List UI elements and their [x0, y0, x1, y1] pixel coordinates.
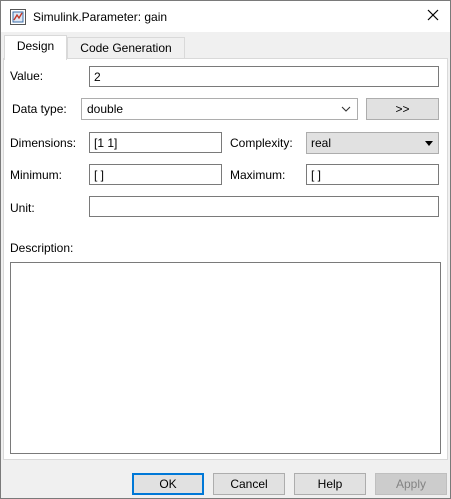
- description-textarea[interactable]: [10, 262, 441, 454]
- value-label: Value:: [10, 69, 44, 83]
- tab-design[interactable]: Design: [4, 35, 67, 60]
- tab-code-generation[interactable]: Code Generation: [67, 37, 185, 59]
- unit-field[interactable]: [89, 196, 439, 217]
- maximum-label: Maximum:: [230, 168, 286, 182]
- complexity-select[interactable]: real: [306, 132, 439, 154]
- help-button[interactable]: Help: [294, 473, 366, 495]
- ok-button[interactable]: OK: [132, 473, 204, 495]
- cancel-button[interactable]: Cancel: [213, 473, 285, 495]
- close-button[interactable]: [416, 1, 450, 32]
- dimensions-field[interactable]: [1 1]: [89, 132, 222, 153]
- data-type-assistant-button[interactable]: >>: [366, 98, 439, 120]
- data-type-label: Data type:: [12, 102, 67, 116]
- unit-label: Unit:: [10, 201, 35, 215]
- complexity-value: real: [311, 136, 332, 150]
- data-type-select[interactable]: double: [81, 98, 358, 120]
- simulink-app-icon: [10, 9, 26, 25]
- apply-button[interactable]: Apply: [375, 473, 447, 495]
- close-icon: [427, 9, 439, 24]
- tab-bar: Design Code Generation: [1, 32, 450, 60]
- description-label: Description:: [10, 241, 74, 255]
- title-bar: Simulink.Parameter: gain: [1, 1, 450, 32]
- complexity-label: Complexity:: [230, 136, 293, 150]
- minimum-field[interactable]: [ ]: [89, 164, 222, 185]
- minimum-label: Minimum:: [10, 168, 63, 182]
- chevron-down-icon: [341, 103, 351, 117]
- design-panel: Value: 2 Data type: double >> Dimensions…: [3, 58, 448, 460]
- dimensions-label: Dimensions:: [10, 136, 77, 150]
- window-title: Simulink.Parameter: gain: [33, 10, 168, 24]
- dialog-window: Simulink.Parameter: gain Design Code Gen…: [0, 0, 451, 499]
- dropdown-arrow-icon: [425, 141, 433, 146]
- data-type-value: double: [87, 102, 124, 116]
- maximum-field[interactable]: [ ]: [306, 164, 439, 185]
- value-field[interactable]: 2: [89, 66, 439, 87]
